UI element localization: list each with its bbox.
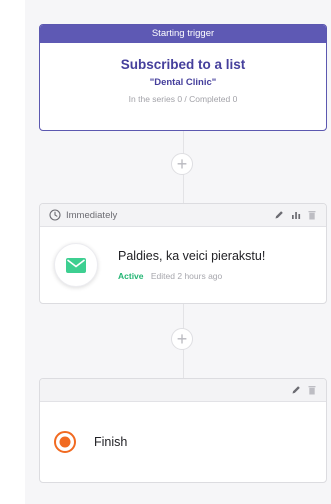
trash-icon[interactable] — [308, 210, 316, 220]
email-meta: Active Edited 2 hours ago — [118, 271, 265, 281]
stats-icon[interactable] — [291, 210, 301, 220]
step-actions — [274, 210, 316, 220]
target-icon — [54, 431, 76, 453]
email-info: Paldies, ka veici pierakstu! Active Edit… — [118, 249, 265, 281]
email-step-body: Paldies, ka veici pierakstu! Active Edit… — [40, 227, 326, 303]
edited-time: Edited 2 hours ago — [150, 271, 223, 281]
add-step-button[interactable]: + — [171, 153, 193, 175]
step-header — [40, 379, 326, 402]
trigger-title: Subscribed to a list — [120, 57, 246, 72]
trigger-list-name: "Dental Clinic" — [149, 77, 217, 88]
step-header: Immediately — [40, 204, 326, 227]
timing-label: Immediately — [66, 209, 118, 221]
timing: Immediately — [49, 209, 274, 221]
clock-icon — [49, 209, 61, 221]
trigger-stats: In the series 0 / Completed 0 — [128, 94, 238, 104]
email-title[interactable]: Paldies, ka veici pierakstu! — [118, 249, 265, 263]
finish-step-body: Finish — [40, 402, 326, 482]
email-icon-badge — [54, 243, 98, 287]
trigger-header: Starting trigger — [40, 25, 326, 43]
pencil-icon[interactable] — [274, 210, 284, 220]
finish-label: Finish — [94, 435, 128, 449]
email-step-card[interactable]: Immediately Paldies, ka veici pierakstu!… — [39, 203, 327, 304]
envelope-icon — [66, 257, 86, 273]
status-badge: Active — [118, 271, 144, 281]
trash-icon[interactable] — [308, 385, 316, 395]
add-step-button[interactable]: + — [171, 328, 193, 350]
finish-step-card[interactable]: Finish — [39, 378, 327, 483]
step-actions — [291, 385, 316, 395]
pencil-icon[interactable] — [291, 385, 301, 395]
starting-trigger-card[interactable]: Starting trigger Subscribed to a list "D… — [39, 24, 327, 131]
